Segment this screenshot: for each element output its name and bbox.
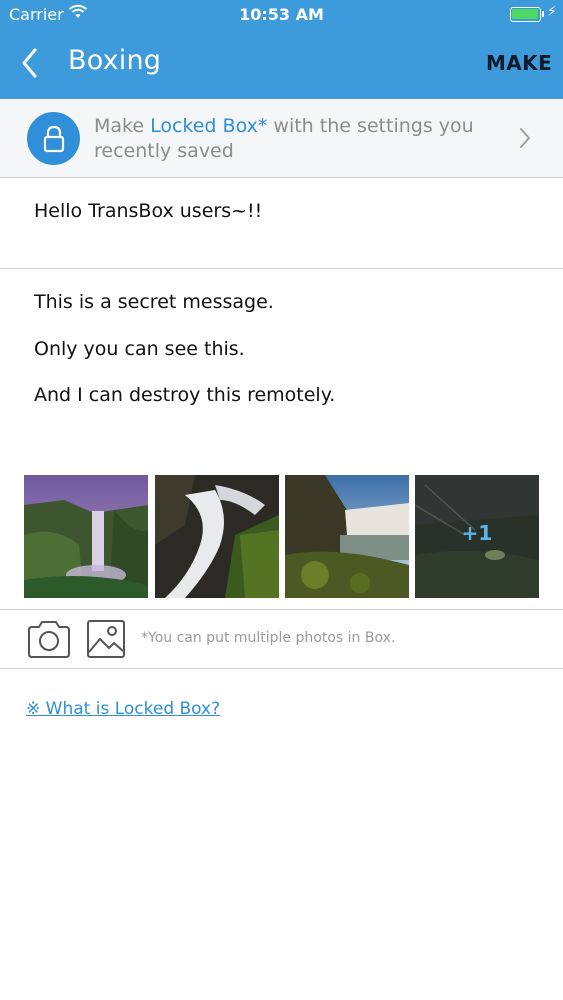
waterfall-photo-2 xyxy=(155,475,279,598)
camera-icon[interactable] xyxy=(26,619,72,659)
waterfall-photo-3 xyxy=(285,475,409,598)
saved-prefix: Make xyxy=(94,115,151,137)
lock-badge xyxy=(27,112,80,165)
battery-icon xyxy=(510,7,541,22)
charging-icon: ⚡ xyxy=(547,4,557,20)
saved-settings-text: Make Locked Box* with the settings you r… xyxy=(94,114,494,164)
chevron-right-icon[interactable] xyxy=(517,127,533,149)
message-line[interactable]: Only you can see this. xyxy=(34,338,245,360)
photo-thumbnail[interactable] xyxy=(285,475,409,598)
message-title[interactable]: Hello TransBox users~!! xyxy=(34,200,262,222)
message-line[interactable]: This is a secret message. xyxy=(34,291,274,313)
photo-thumbnail[interactable]: +1 xyxy=(415,475,539,598)
back-chevron-icon[interactable] xyxy=(16,44,46,82)
waterfall-photo-1 xyxy=(24,475,148,598)
photo-thumbnail[interactable] xyxy=(155,475,279,598)
divider xyxy=(0,609,563,610)
what-is-locked-box-link[interactable]: ※ What is Locked Box? xyxy=(26,699,220,719)
saved-settings-row[interactable]: Make Locked Box* with the settings you r… xyxy=(0,99,563,178)
photo-hint: *You can put multiple photos in Box. xyxy=(141,630,396,646)
extra-photos-count: +1 xyxy=(461,520,493,545)
gallery-icon[interactable] xyxy=(86,619,126,659)
make-button[interactable]: MAKE xyxy=(486,51,552,75)
lock-icon xyxy=(43,125,65,153)
navigation-bar: Carrier 10:53 AM ⚡ Boxing MAKE xyxy=(0,0,563,99)
battery-tip xyxy=(542,11,544,17)
saved-suffix: with the settings you xyxy=(267,115,474,137)
message-line[interactable]: And I can destroy this remotely. xyxy=(34,384,335,406)
saved-line2: recently saved xyxy=(94,140,234,162)
photo-thumbnail[interactable] xyxy=(24,475,148,598)
page-title: Boxing xyxy=(68,45,162,76)
locked-box-highlight: Locked Box* xyxy=(150,115,268,137)
divider xyxy=(0,268,563,269)
status-bar: Carrier 10:53 AM ⚡ xyxy=(0,0,563,30)
divider xyxy=(0,668,563,669)
clock: 10:53 AM xyxy=(239,5,324,24)
